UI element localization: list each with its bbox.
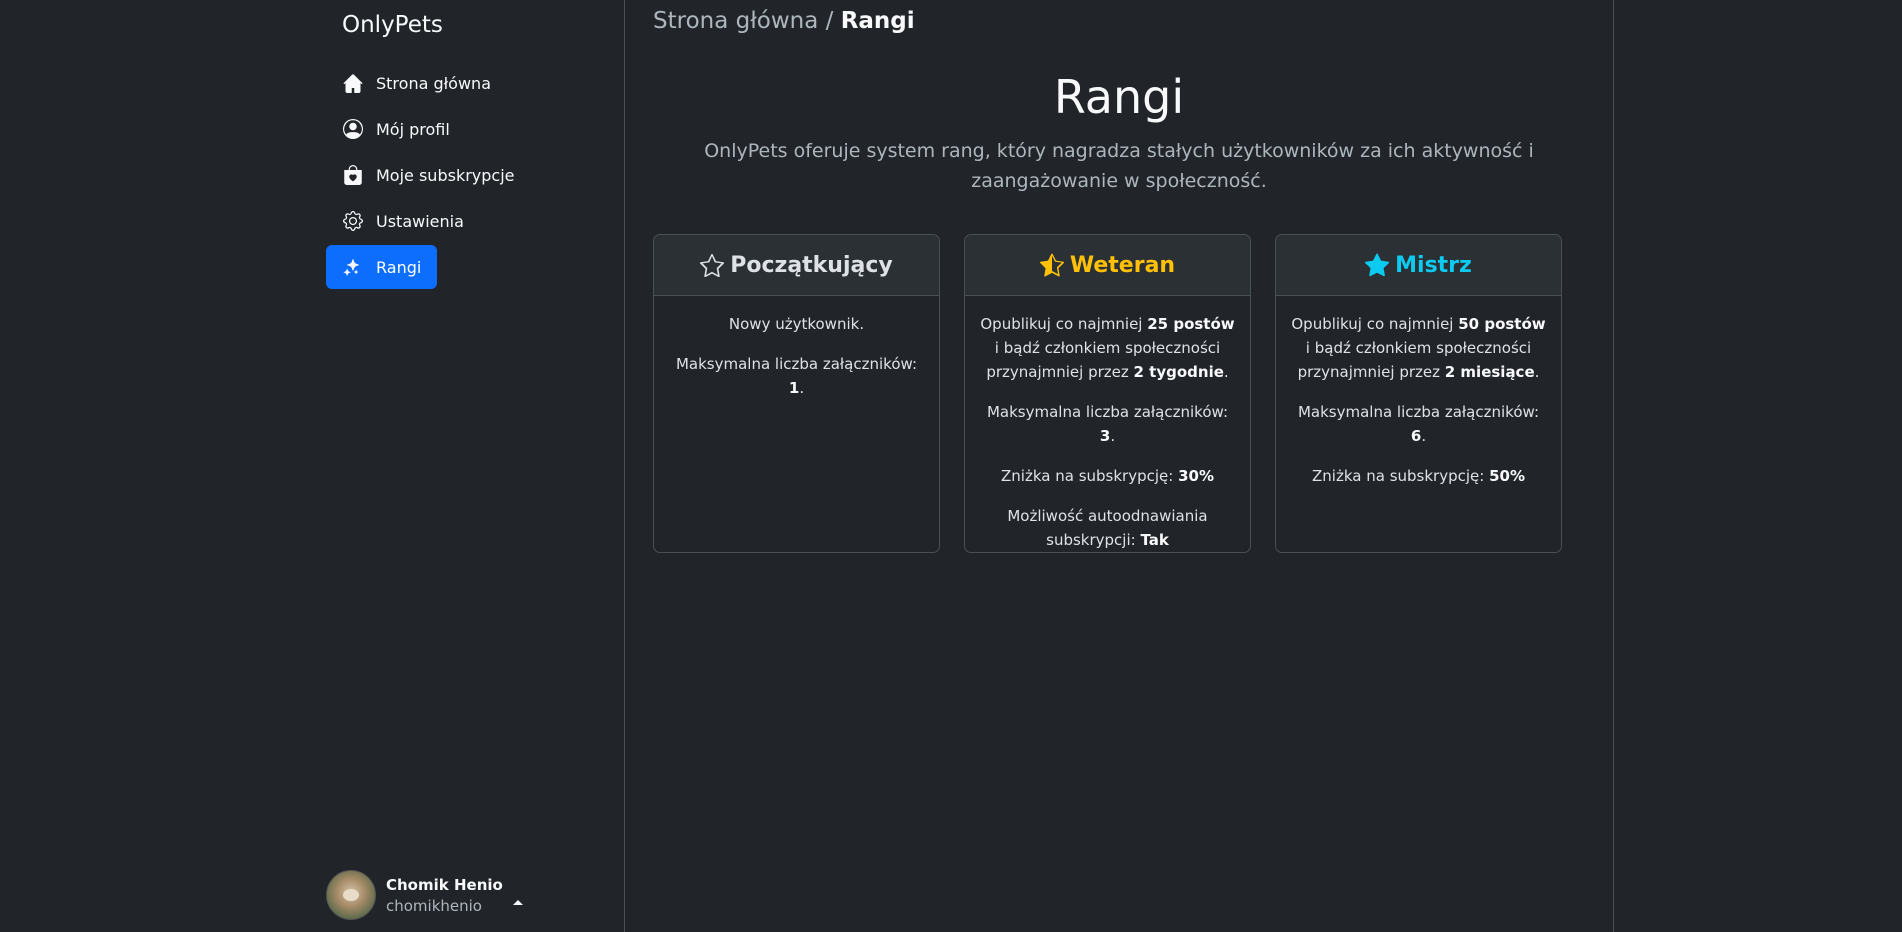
bag-heart-icon bbox=[342, 164, 364, 186]
rank-card-body: Nowy użytkownik. Maksymalna liczba załąc… bbox=[654, 296, 939, 432]
rank-card-body: Opublikuj co najmniej 50 postów i bądź c… bbox=[1276, 296, 1561, 520]
stars-icon bbox=[342, 256, 364, 278]
person-circle-icon bbox=[342, 118, 364, 140]
rank-description: Nowy użytkownik. bbox=[728, 315, 865, 333]
sidebar-item-settings[interactable]: Ustawienia bbox=[326, 199, 480, 243]
sidebar-item-home[interactable]: Strona główna bbox=[326, 61, 507, 105]
sidebar-item-label: Strona główna bbox=[376, 73, 491, 93]
rank-autorenew: Możliwość autoodnawiania subskrypcji: Ta… bbox=[1007, 507, 1208, 549]
rank-requirement: Opublikuj co najmniej 25 postów i bądź c… bbox=[980, 315, 1235, 381]
rank-cards: Początkujący Nowy użytkownik. Maksymalna… bbox=[653, 234, 1562, 553]
sidebar-item-label: Moje subskrypcje bbox=[376, 165, 515, 185]
star-half-icon bbox=[1039, 253, 1064, 277]
rank-discount: Zniżka na subskrypcję: 50% bbox=[1312, 467, 1525, 485]
content-divider bbox=[1613, 0, 1614, 932]
avatar bbox=[326, 870, 376, 920]
brand-logo[interactable]: OnlyPets bbox=[342, 12, 443, 38]
rank-requirement: Opublikuj co najmniej 50 postów i bądź c… bbox=[1291, 315, 1546, 381]
rank-attachments: Maksymalna liczba załączników: 1. bbox=[675, 355, 918, 397]
sidebar-item-label: Ustawienia bbox=[376, 211, 464, 231]
sidebar-item-label: Mój profil bbox=[376, 119, 450, 139]
rank-discount: Zniżka na subskrypcję: 30% bbox=[1001, 467, 1214, 485]
rank-card-mistrz: Mistrz Opublikuj co najmniej 50 postów i… bbox=[1275, 234, 1562, 553]
caret-up-icon bbox=[512, 899, 523, 905]
sidebar-item-ranks[interactable]: Rangi bbox=[326, 245, 438, 289]
sidebar-nav: Strona główna Mój profil Moje subskrypcj… bbox=[326, 61, 624, 291]
star-fill-icon bbox=[1365, 253, 1390, 277]
rank-card-weteran: Weteran Opublikuj co najmniej 25 postów … bbox=[964, 234, 1251, 553]
rank-card-body: Opublikuj co najmniej 25 postów i bądź c… bbox=[965, 296, 1250, 552]
rank-name: Mistrz bbox=[1395, 252, 1472, 278]
page-lead: OnlyPets oferuje system rang, który nagr… bbox=[704, 140, 1534, 192]
user-handle: chomikhenio bbox=[386, 896, 482, 915]
breadcrumb-home[interactable]: Strona główna bbox=[653, 8, 818, 34]
rank-name: Początkujący bbox=[730, 252, 893, 278]
main-content: Strona główna / Rangi Rangi OnlyPets ofe… bbox=[625, 0, 1613, 932]
gear-icon bbox=[342, 210, 364, 232]
rank-name: Weteran bbox=[1069, 252, 1176, 278]
rank-attachments: Maksymalna liczba załączników: 6. bbox=[1297, 403, 1540, 445]
sidebar: OnlyPets Strona główna Mój profil Moje s… bbox=[326, 0, 624, 932]
breadcrumb-separator: / bbox=[825, 8, 834, 34]
user-name: Chomik Henio bbox=[386, 875, 503, 894]
rank-attachments: Maksymalna liczba załączników: 3. bbox=[986, 403, 1229, 445]
breadcrumb: Strona główna / Rangi bbox=[653, 8, 915, 34]
rank-card-poczatkujacy: Początkujący Nowy użytkownik. Maksymalna… bbox=[653, 234, 940, 553]
breadcrumb-current: Rangi bbox=[840, 8, 915, 34]
sidebar-item-subscriptions[interactable]: Moje subskrypcje bbox=[326, 153, 531, 197]
page-title: Rangi bbox=[1053, 70, 1185, 124]
user-menu[interactable]: Chomik Henio chomikhenio bbox=[326, 870, 523, 920]
rank-card-header: Początkujący bbox=[654, 235, 939, 296]
star-outline-icon bbox=[700, 253, 725, 277]
sidebar-item-profile[interactable]: Mój profil bbox=[326, 107, 466, 151]
rank-card-header: Mistrz bbox=[1276, 235, 1561, 296]
house-icon bbox=[342, 72, 364, 94]
rank-card-header: Weteran bbox=[965, 235, 1250, 296]
sidebar-item-label: Rangi bbox=[376, 257, 422, 277]
